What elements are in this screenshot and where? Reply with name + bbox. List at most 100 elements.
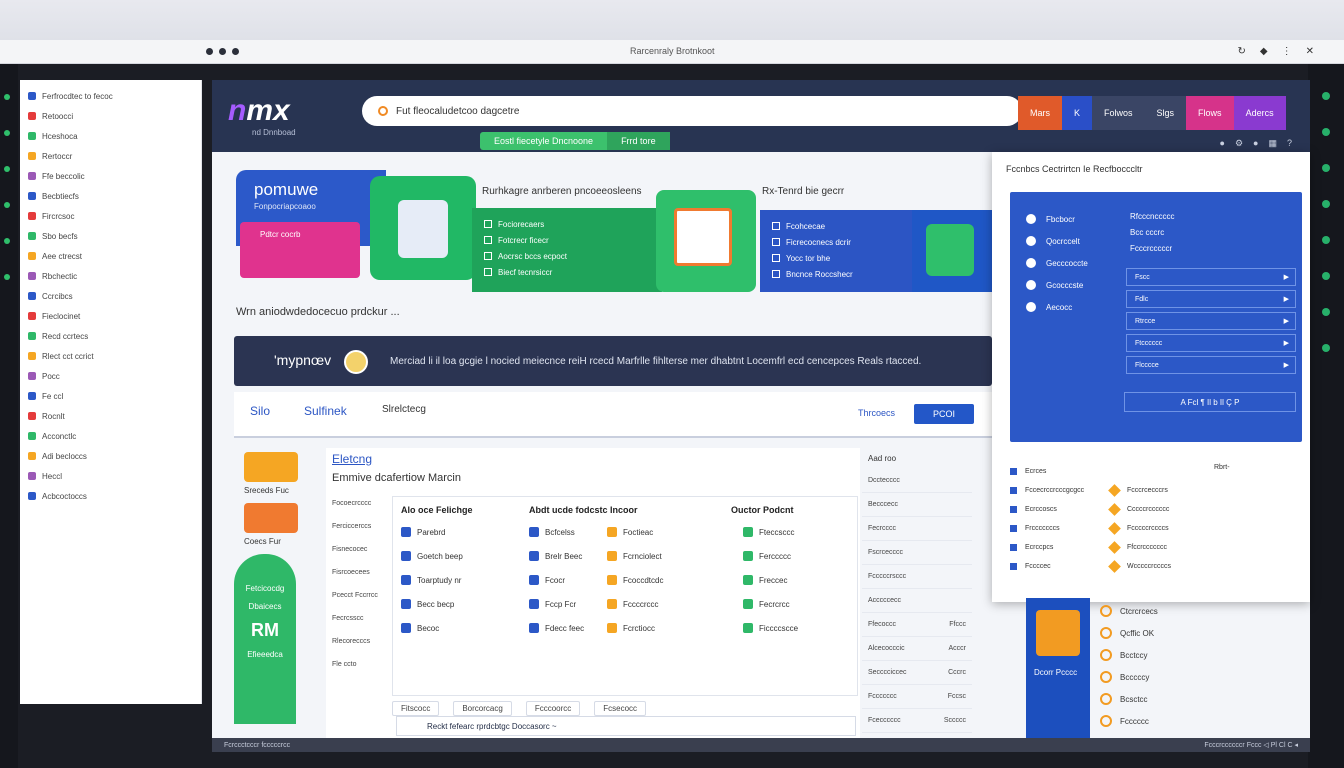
overlay-option-label[interactable]: Bcc cccrc	[1130, 228, 1164, 237]
toolbar-link-a[interactable]: Silo	[250, 404, 270, 418]
banner-pink-card[interactable]: Pdtcr cocrb	[240, 222, 360, 278]
feature-item[interactable]: Goetch beep	[401, 551, 463, 561]
feature-item[interactable]: Fteccsccc	[743, 527, 795, 537]
feature-item[interactable]: Becc becp	[401, 599, 454, 609]
explorer-item[interactable]: Acbcoctoccs	[28, 486, 193, 506]
tab-mars[interactable]: Mars	[1018, 96, 1062, 130]
feature-item[interactable]: Fdecc feec	[529, 623, 584, 633]
explorer-item[interactable]: Becbtiecfs	[28, 186, 193, 206]
gear-icon[interactable]: ⚙	[1235, 138, 1243, 149]
radio-icon[interactable]	[1026, 258, 1036, 268]
bell-icon[interactable]: ●	[1220, 138, 1225, 149]
explorer-item[interactable]: Heccl	[28, 466, 193, 486]
feature-item[interactable]: Fcrctiocc	[607, 623, 655, 633]
explorer-item[interactable]: Fe ccl	[28, 386, 193, 406]
toolbar-action-button[interactable]: PCOI	[914, 404, 974, 424]
chip-secondary[interactable]: Frrd tore	[607, 132, 670, 150]
footer-chip[interactable]: Fcsecocc	[594, 700, 647, 716]
user-icon[interactable]: ●	[1253, 138, 1258, 149]
feature-item[interactable]: Toarptudy nr	[401, 575, 461, 585]
explorer-item[interactable]: Ferfrocdtec to fecoc	[28, 86, 193, 106]
feature-left-item[interactable]: Fisrcoecees	[332, 569, 392, 592]
feature-left-item[interactable]: Fecrcsscc	[332, 615, 392, 638]
play-icon[interactable]: ▶	[1284, 273, 1289, 281]
right-list-row[interactable]: Becccecc	[862, 493, 972, 517]
overlay-favorite-item[interactable]: Fcccccrccccs	[1108, 519, 1230, 538]
window-controls[interactable]	[206, 48, 239, 55]
overlay-input-field[interactable]: Fscc ▶	[1126, 268, 1296, 286]
feature-item[interactable]: Foctieac	[607, 527, 653, 537]
overlay-radio-option[interactable]: Fbcbocr	[1026, 214, 1075, 224]
checkbox-icon[interactable]	[484, 236, 492, 244]
overlay-favorite-item[interactable]: Fcccrcecccrs	[1108, 481, 1230, 500]
checkbox-icon[interactable]	[484, 220, 492, 228]
explorer-item[interactable]: Acconctlc	[28, 426, 193, 446]
checkbox-icon[interactable]	[772, 222, 780, 230]
help-icon[interactable]: ?	[1287, 138, 1292, 149]
play-icon[interactable]: ▶	[1284, 295, 1289, 303]
extension-icon[interactable]: ◆	[1260, 46, 1268, 57]
sidebar-green-panel[interactable]: Fetcicocdg Dbaicecs RM Efieeedca	[234, 554, 296, 724]
explorer-item[interactable]: Ccrcibcs	[28, 286, 193, 306]
feature-item[interactable]: Ficcccscce	[743, 623, 798, 633]
play-icon[interactable]: ▶	[1284, 317, 1289, 325]
search-input[interactable]: Fut fleocaludetcoo dagcetre	[362, 96, 1022, 126]
overlay-option-label[interactable]: Rfcccnccccc	[1130, 212, 1174, 221]
heart-icon[interactable]	[1108, 503, 1121, 516]
feature-item[interactable]: Bcfcelss	[529, 527, 575, 537]
overlay-radio-option[interactable]: Gcocccste	[1026, 280, 1083, 290]
features-title[interactable]: Eletcng	[332, 452, 372, 466]
explorer-item[interactable]: Fircrcsoc	[28, 206, 193, 226]
bottom-list-item[interactable]: Fcccccc	[1100, 710, 1210, 732]
bottom-list-item[interactable]: Ctcrcrcecs	[1100, 600, 1210, 622]
overlay-favorite-item[interactable]: Cccccrcccccc	[1108, 500, 1230, 519]
right-list-row[interactable]: Fcecccccc Sccccc	[862, 709, 972, 733]
explorer-item[interactable]: Adi becloccs	[28, 446, 193, 466]
explorer-item[interactable]: Rbchectic	[28, 266, 193, 286]
close-window-icon[interactable]	[206, 48, 213, 55]
feature-left-item[interactable]: Fle ccto	[332, 661, 392, 684]
feature-item[interactable]: Brelr Beec	[529, 551, 582, 561]
explorer-item[interactable]: Sbo becfs	[28, 226, 193, 246]
explorer-item[interactable]: Hceshoca	[28, 126, 193, 146]
minimize-window-icon[interactable]	[219, 48, 226, 55]
play-icon[interactable]: ▶	[1284, 361, 1289, 369]
overlay-input-field[interactable]: Fdlc ▶	[1126, 290, 1296, 308]
feature-item[interactable]: Becoc	[401, 623, 439, 633]
right-list-row[interactable]: Fcccccrsccc	[862, 565, 972, 589]
explorer-item[interactable]: Recd ccrtecs	[28, 326, 193, 346]
explorer-item[interactable]: Fieclocinet	[28, 306, 193, 326]
heart-icon[interactable]	[1108, 560, 1121, 573]
feature-left-item[interactable]: Pcecct Fccrrcc	[332, 592, 392, 615]
feature-item[interactable]: Fcocr	[529, 575, 565, 585]
feature-item[interactable]: Fcoccdtcdc	[607, 575, 663, 585]
right-list-row[interactable]: Secccciccec Cccrc	[862, 661, 972, 685]
feature-item[interactable]: Ferccccc	[743, 551, 791, 561]
explorer-item[interactable]: Rocnlt	[28, 406, 193, 426]
sidebar-card-2[interactable]	[244, 503, 298, 533]
tab-slgs[interactable]: Slgs	[1144, 96, 1187, 130]
feature-item[interactable]: Parebrd	[401, 527, 445, 537]
checkbox-icon[interactable]	[772, 238, 780, 246]
radio-icon[interactable]	[1026, 214, 1036, 224]
promo-tile[interactable]: Dcorr Pcccc	[1026, 598, 1090, 738]
footer-chip[interactable]: Fitscocc	[392, 700, 440, 716]
heart-icon[interactable]	[1108, 522, 1121, 535]
feature-item[interactable]: Fccp Fcr	[529, 599, 576, 609]
tab-adercs[interactable]: Adercs	[1233, 96, 1286, 130]
feature-left-item[interactable]: Focoecrcccc	[332, 500, 392, 523]
overlay-radio-option[interactable]: Gecccoccte	[1026, 258, 1088, 268]
play-icon[interactable]: ▶	[1284, 339, 1289, 347]
explorer-item[interactable]: Rlect cct ccrict	[28, 346, 193, 366]
overlay-radio-option[interactable]: Qocrccelt	[1026, 236, 1080, 246]
heart-icon[interactable]	[1108, 541, 1121, 554]
toolbar-label[interactable]: Slrelctecg	[382, 404, 426, 415]
overlay-favorite-item[interactable]: Wcccccrccccs	[1108, 557, 1230, 576]
menu-icon[interactable]: ⋮	[1282, 46, 1292, 57]
overlay-favorite-item[interactable]: Ffccrccccccc	[1108, 538, 1230, 557]
editor-toolbar[interactable]: A Fcl ¶ Il b Il Ç P	[1124, 392, 1296, 412]
right-list-row[interactable]: Fecrcccc	[862, 517, 972, 541]
bottom-list-item[interactable]: Bcccccy	[1100, 666, 1210, 688]
feature-left-item[interactable]: Ferciccerccs	[332, 523, 392, 546]
feature-item[interactable]: Fecrcrcc	[743, 599, 790, 609]
